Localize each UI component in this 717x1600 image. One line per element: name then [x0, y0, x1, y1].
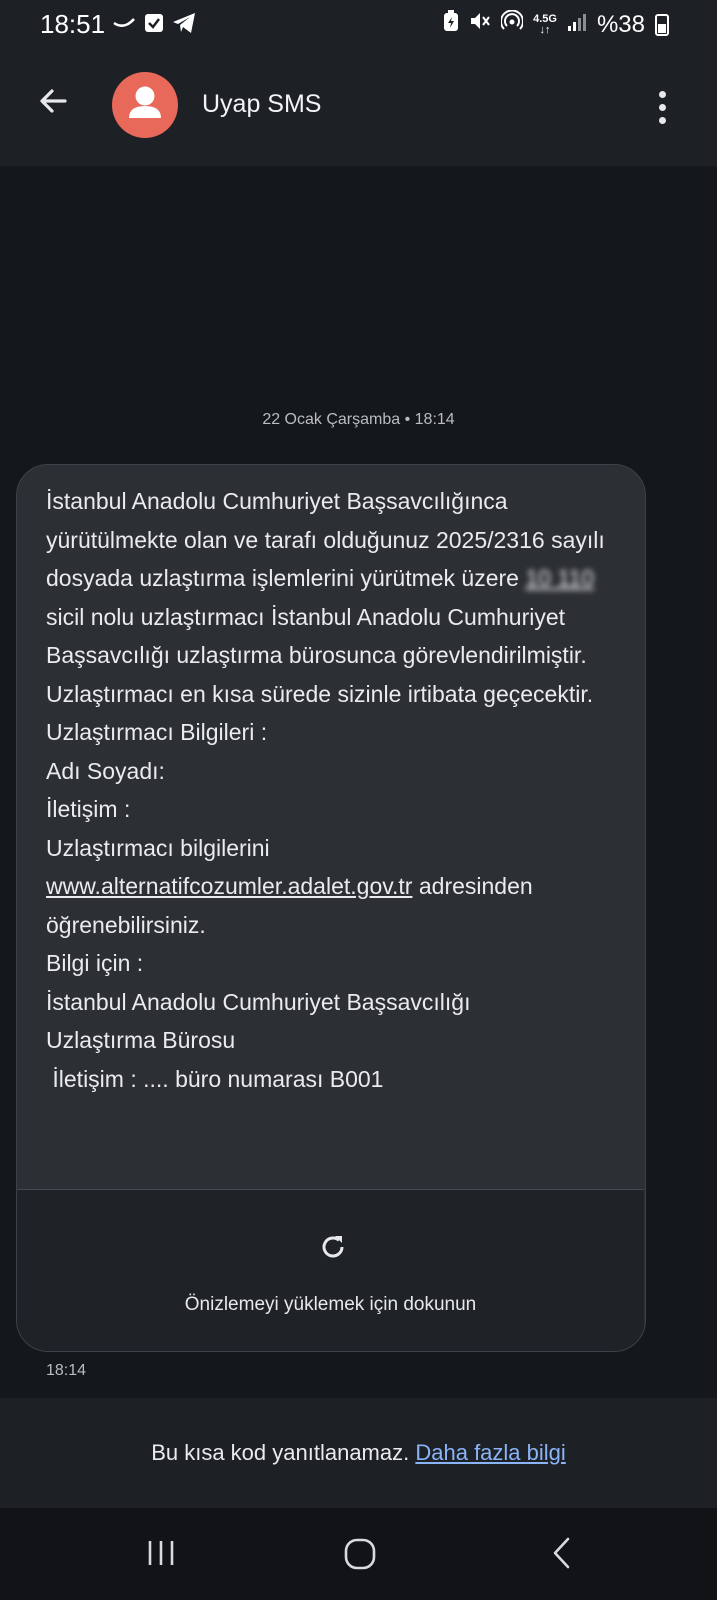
more-vert-icon-dot: [658, 90, 666, 98]
more-vert-icon-dot: [658, 116, 666, 124]
recents-icon[interactable]: [146, 1538, 176, 1573]
battery-percent: %38: [596, 10, 645, 38]
message-text: İstanbul Anadolu Cumhuriyet Başsavcılığı…: [46, 482, 636, 1098]
swipe-icon: [112, 14, 136, 37]
reply-notice-text: Bu kısa kod yanıtlanamaz.: [151, 1440, 410, 1465]
message-timestamp: 18:14: [46, 1362, 87, 1379]
back-button[interactable]: [28, 78, 78, 128]
battery-icon: [655, 13, 669, 36]
more-info-link[interactable]: Daha fazla bilgi: [415, 1440, 565, 1465]
preview-label: Önizlemeyi yüklemek için dokunun: [184, 1294, 477, 1315]
back-icon[interactable]: [550, 1536, 574, 1575]
network-4g-icon: 4.5G ↓↑: [533, 12, 557, 36]
home-icon[interactable]: [344, 1538, 376, 1575]
network-type: 4.5G: [533, 12, 557, 25]
person-icon: [112, 86, 178, 138]
message-text-part: adresinden öğrenebilirsiniz. Bilgi için …: [46, 873, 533, 1092]
telegram-icon: [172, 12, 196, 39]
status-time: 18:51: [40, 9, 106, 39]
refresh-icon: [318, 1232, 348, 1262]
more-vert-icon-dot: [658, 103, 666, 111]
battery-saver-icon: [443, 10, 459, 39]
status-bar: 18:51 4.5G ↓↑ %38: [0, 0, 717, 48]
reply-notice: Bu kısa kod yanıtlanamaz. Daha fazla bil…: [0, 1398, 717, 1508]
mute-icon: [469, 10, 491, 39]
system-navigation-bar: [0, 1508, 717, 1600]
message-text-part: sicil nolu uzlaştırmacı İstanbul Anadolu…: [46, 603, 594, 861]
more-options-button[interactable]: [647, 82, 677, 132]
notification-icons: [112, 12, 196, 39]
signal-icon: [567, 11, 587, 39]
conversation-header: Uyap SMS: [0, 48, 717, 166]
contact-name[interactable]: Uyap SMS: [202, 90, 321, 119]
arrow-left-icon: [37, 85, 69, 122]
redacted-sicil-number: 10 110: [525, 565, 594, 591]
checkbox-icon: [144, 13, 164, 38]
link-preview-card[interactable]: Önizlemeyi yüklemek için dokunun: [17, 1189, 644, 1351]
website-link[interactable]: www.alternatifcozumler.adalet.gov.tr: [46, 873, 412, 899]
date-separator: 22 Ocak Çarşamba • 18:14: [262, 411, 455, 428]
message-bubble[interactable]: İstanbul Anadolu Cumhuriyet Başsavcılığı…: [16, 464, 646, 1352]
hotspot-icon: [500, 9, 525, 39]
avatar[interactable]: [112, 72, 178, 138]
system-icons: 4.5G ↓↑ %38: [443, 9, 669, 39]
